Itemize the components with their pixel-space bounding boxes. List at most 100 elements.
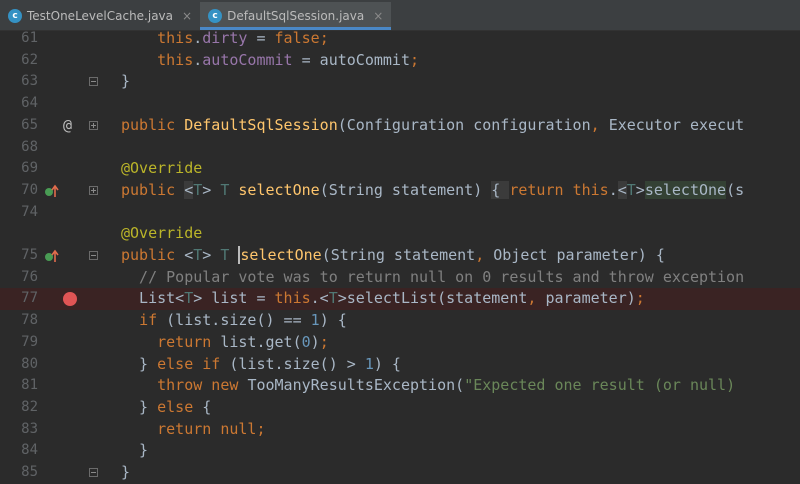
fold-collapse-icon[interactable]: [89, 77, 98, 87]
code-text: } else {: [121, 397, 211, 419]
code-token: throw new: [157, 376, 248, 395]
code-token: Object parameter) {: [493, 246, 665, 264]
line-number[interactable]: 69: [0, 158, 38, 180]
code-token: {: [202, 397, 212, 416]
close-icon[interactable]: ×: [373, 9, 383, 23]
code-line[interactable]: 70 public <T> T selectOne(String statemen…: [0, 180, 800, 202]
code-token: (list.size() >: [229, 354, 365, 373]
line-number[interactable]: 74: [0, 202, 38, 224]
code-line[interactable]: 61 this.dirty = false;: [0, 28, 800, 50]
line-number[interactable]: 76: [0, 267, 38, 289]
line-number[interactable]: 79: [0, 332, 38, 354]
code-text: }: [121, 71, 130, 93]
code-text: // Popular vote was to return null on 0 …: [121, 267, 744, 289]
code-token: }: [121, 463, 131, 481]
line-number[interactable]: 83: [0, 419, 38, 441]
fold-expand-icon[interactable]: [89, 120, 98, 130]
override-up-arrow-icon[interactable]: [44, 184, 60, 198]
code-line[interactable]: 63}: [0, 71, 800, 93]
code-text: public DefaultSqlSession(Configuration c…: [121, 115, 744, 137]
code-token: selectOne: [238, 246, 322, 264]
line-number[interactable]: 77: [0, 288, 38, 310]
code-text: if (list.size() == 1) {: [121, 310, 347, 332]
code-line[interactable]: 64: [0, 93, 800, 115]
code-line[interactable]: 76 // Popular vote was to return null on…: [0, 267, 800, 289]
override-up-arrow-icon[interactable]: [44, 249, 60, 263]
line-number[interactable]: 75: [0, 245, 38, 267]
code-token: 0: [301, 332, 311, 351]
line-number[interactable]: 80: [0, 354, 38, 376]
code-token: false: [274, 29, 320, 47]
line-number[interactable]: 65: [0, 115, 38, 137]
fold-collapse-icon[interactable]: [89, 251, 98, 260]
code-token: (String statement): [319, 180, 492, 199]
code-token: (s: [726, 180, 745, 199]
line-number[interactable]: 85: [0, 462, 38, 484]
fold-expand-icon[interactable]: [89, 185, 98, 195]
line-number[interactable]: 68: [0, 137, 38, 159]
code-token: ,: [527, 289, 546, 308]
code-token: <: [184, 180, 194, 199]
code-token: list.get(: [220, 332, 302, 351]
line-number[interactable]: 63: [0, 71, 38, 93]
line-number[interactable]: 64: [0, 93, 38, 115]
code-token: ,: [475, 246, 494, 264]
code-token: }: [121, 441, 149, 460]
line-number[interactable]: 78: [0, 310, 38, 332]
code-token: else: [157, 397, 203, 416]
line-number[interactable]: 70: [0, 180, 38, 202]
at-icon[interactable]: @: [63, 115, 72, 137]
code-token: >: [202, 180, 221, 199]
code-line[interactable]: 83 return null;: [0, 419, 800, 441]
close-icon[interactable]: ×: [182, 9, 192, 23]
code-token: >: [635, 180, 645, 199]
code-line[interactable]: 85}: [0, 462, 800, 484]
code-line[interactable]: 78 if (list.size() == 1) {: [0, 310, 800, 332]
line-number[interactable]: 61: [0, 28, 38, 50]
line-number[interactable]: 82: [0, 397, 38, 419]
code-text: } else if (list.size() > 1) {: [121, 354, 401, 376]
code-token: .: [193, 50, 203, 69]
tab-label: TestOneLevelCache.java: [27, 9, 174, 23]
code-line[interactable]: @Override: [0, 223, 800, 245]
code-editor[interactable]: 61 this.dirty = false; 62 this.autoCommit…: [0, 28, 800, 484]
editor-tab-bar: c TestOneLevelCache.java × c DefaultSqlS…: [0, 0, 800, 31]
code-token: this: [572, 180, 609, 199]
code-token: ;: [256, 419, 266, 438]
code-token: ) {: [319, 311, 347, 330]
code-line[interactable]: 62 this.autoCommit = autoCommit;: [0, 50, 800, 72]
breakpoint-icon[interactable]: [63, 292, 77, 307]
code-line[interactable]: 75 public <T> T selectOne(String statemen…: [0, 245, 800, 267]
code-token: (Configuration configuration: [337, 115, 591, 134]
code-line[interactable]: 69 @Override: [0, 158, 800, 180]
code-line[interactable]: 65 @ public DefaultSqlSession(Configuratio…: [0, 115, 800, 137]
fold-collapse-icon[interactable]: [89, 468, 98, 477]
code-token: @Override: [121, 224, 203, 243]
code-text: this.autoCommit = autoCommit;: [121, 50, 419, 72]
code-token: else if: [157, 354, 230, 373]
code-text: @Override: [121, 223, 202, 245]
code-token: ;: [410, 50, 420, 69]
code-token: T: [193, 246, 203, 264]
tab-defaultsqlsession[interactable]: c DefaultSqlSession.java ×: [200, 2, 392, 30]
code-line[interactable]: 77 List<T> list = this.<T>selectList(sta…: [0, 288, 800, 311]
line-number[interactable]: 84: [0, 440, 38, 462]
line-number[interactable]: 81: [0, 375, 38, 397]
code-line[interactable]: 74: [0, 202, 800, 224]
code-token: {: [491, 180, 510, 199]
tab-testonelevelcache[interactable]: c TestOneLevelCache.java ×: [0, 2, 200, 30]
code-line[interactable]: 80 } else if (list.size() > 1) {: [0, 354, 800, 376]
code-line[interactable]: 84 }: [0, 440, 800, 462]
code-line[interactable]: 79 return list.get(0);: [0, 332, 800, 354]
code-token: (list.size() ==: [166, 311, 311, 330]
code-token: ) {: [373, 354, 401, 373]
code-line[interactable]: 68: [0, 137, 800, 159]
code-text: }: [121, 440, 148, 462]
code-line[interactable]: 81 throw new TooManyResultsException("Ex…: [0, 375, 800, 397]
line-number[interactable]: 62: [0, 50, 38, 72]
code-token: selectOne: [238, 180, 320, 199]
code-line[interactable]: 82 } else {: [0, 397, 800, 419]
code-token: public: [121, 180, 185, 199]
